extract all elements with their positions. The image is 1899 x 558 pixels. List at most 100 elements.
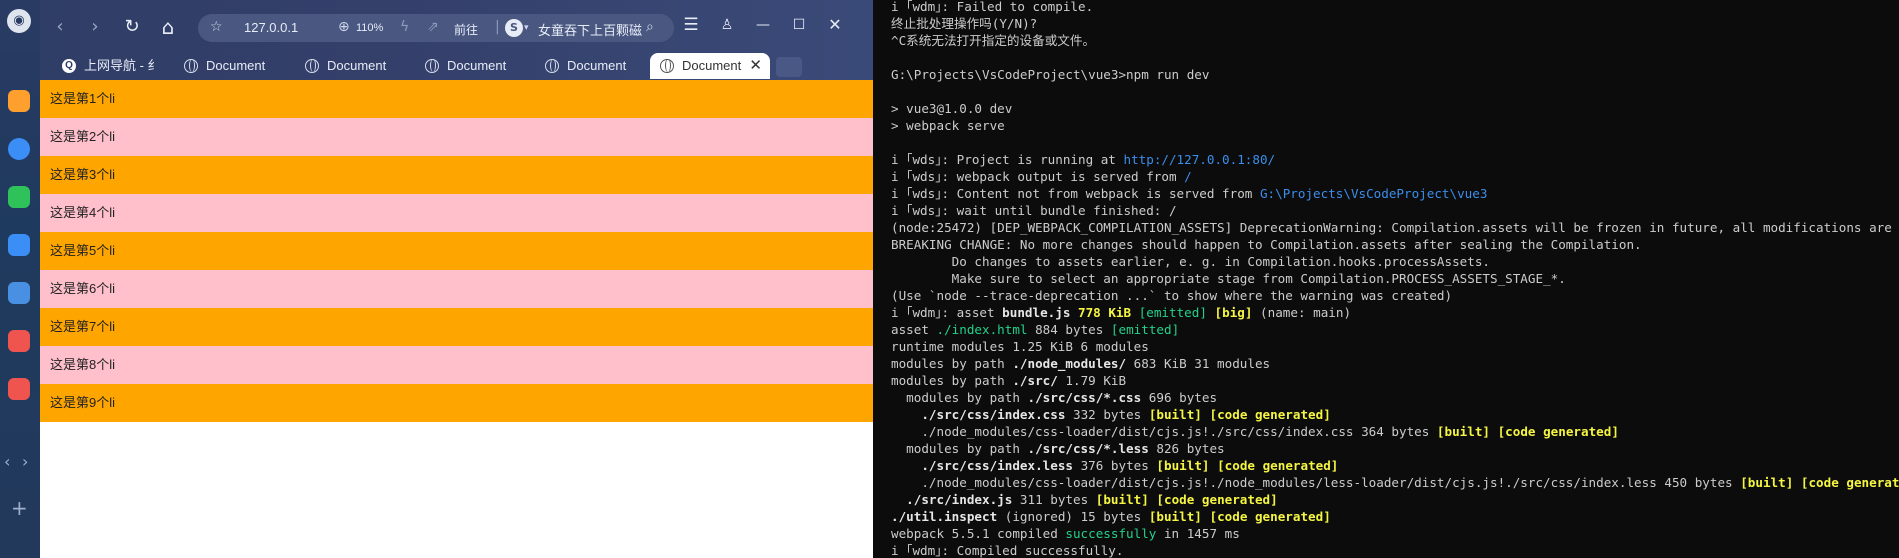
terminal-text: [built]: [1156, 458, 1210, 473]
terminal-line: BREAKING CHANGE: No more changes should …: [891, 236, 1899, 253]
search-engine-dropdown-icon[interactable]: ▾: [524, 23, 529, 33]
maximize-button[interactable]: ☐: [788, 14, 810, 36]
forward-button[interactable]: ›: [83, 15, 107, 39]
list-item: 这是第2个li: [40, 118, 873, 156]
search-input[interactable]: 女童吞下上百颗磁: [538, 20, 642, 39]
terminal-line: modules by path ./node_modules/ 683 KiB …: [891, 355, 1899, 372]
terminal-window[interactable]: i ｢wdm｣: Failed to compile. 终止批处理操作吗(Y/N)…: [873, 0, 1899, 558]
terminal-line: runtime modules 1.25 KiB 6 modules: [891, 338, 1899, 355]
sidebar-collapse-left-icon[interactable]: ‹: [4, 452, 10, 471]
lightning-icon[interactable]: ϟ: [400, 19, 409, 35]
terminal-text: 826 bytes: [1148, 441, 1225, 456]
list-item: 这是第1个li: [40, 80, 873, 118]
new-tab-button[interactable]: [776, 57, 802, 77]
minimize-button[interactable]: —: [752, 14, 774, 36]
divider-icon: |: [495, 19, 500, 35]
tab-label: Document: [206, 58, 266, 73]
search-icon[interactable]: ⌕: [646, 19, 654, 35]
terminal-text: [code generated]: [1209, 509, 1331, 524]
share-icon[interactable]: ⇗: [427, 19, 439, 35]
terminal-line: ./node_modules/css-loader/dist/cjs.js!./…: [891, 474, 1899, 491]
terminal-text: ./node_modules/css-loader/dist/cjs.js!./…: [891, 475, 1741, 490]
browser-sidebar: ◉ ‹ › +: [0, 0, 40, 558]
terminal-text: 332 bytes: [1065, 407, 1149, 422]
menu-icon[interactable]: ☰: [680, 14, 702, 36]
wechat-icon[interactable]: [8, 186, 30, 208]
favorites-icon[interactable]: [8, 90, 30, 112]
sidebar-expand-right-icon[interactable]: ›: [22, 452, 28, 471]
terminal-text: [code generated]: [1209, 407, 1331, 422]
terminal-line: modules by path ./src/css/*.css 696 byte…: [891, 389, 1899, 406]
skin-icon[interactable]: ♙: [716, 14, 738, 36]
terminal-text: i ｢wds｣: webpack output is served from: [891, 169, 1185, 184]
tab-document[interactable]: Document: [174, 53, 286, 79]
terminal-line: ^C系统无法打开指定的设备或文件。: [891, 32, 1899, 49]
cloud-icon[interactable]: [8, 282, 30, 304]
go-button[interactable]: 前往: [454, 21, 478, 38]
tab-document[interactable]: Document: [535, 53, 647, 79]
terminal-text: > vue3@1.0.0 dev: [891, 101, 1013, 116]
terminal-text: modules by path: [891, 373, 1013, 388]
url-text[interactable]: 127.0.0.1: [244, 20, 298, 35]
close-window-button[interactable]: ✕: [824, 14, 846, 36]
bookmark-star-icon[interactable]: ☆: [210, 19, 223, 35]
tab-document-active[interactable]: Document ✕: [650, 53, 770, 79]
terminal-text: [built]: [1148, 407, 1202, 422]
terminal-line: i ｢wds｣: webpack output is served from /: [891, 168, 1899, 185]
terminal-text: i ｢wds｣: Project is running at: [891, 152, 1124, 167]
terminal-text: [big]: [1214, 305, 1253, 320]
tab-document[interactable]: Document: [295, 53, 407, 79]
tab-document[interactable]: Document: [415, 53, 527, 79]
terminal-text: i ｢wdm｣: Failed to compile.: [891, 0, 1094, 14]
terminal-text: [code generated]: [1800, 475, 1899, 490]
user-avatar[interactable]: ◉: [7, 9, 31, 33]
home-button[interactable]: ⌂: [156, 15, 180, 39]
address-bar[interactable]: ☆ 127.0.0.1 ⊕ 110% ϟ ⇗ 前往 | S ▾ 女童吞下上百颗磁…: [198, 14, 674, 42]
back-button[interactable]: ‹: [48, 15, 72, 39]
terminal-line: webpack 5.5.1 compiled successfully in 1…: [891, 525, 1899, 542]
terminal-text: ./node_modules/css-loader/dist/cjs.js!./…: [891, 424, 1437, 439]
terminal-text: [emitted]: [1110, 322, 1180, 337]
terminal-text: 683 KiB 31 modules: [1126, 356, 1271, 371]
terminal-text: [built]: [1148, 509, 1202, 524]
send-icon[interactable]: [8, 234, 30, 256]
terminal-text: successfully: [1065, 526, 1157, 541]
list-item: 这是第6个li: [40, 270, 873, 308]
terminal-text: http://127.0.0.1:80/: [1123, 152, 1276, 167]
terminal-text: [built]: [1095, 492, 1149, 507]
terminal-line: i ｢wdm｣: asset bundle.js 778 KiB [emitte…: [891, 304, 1899, 321]
terminal-text: [built]: [1740, 475, 1794, 490]
tab-nav[interactable]: Q 上网导航 - 纟: [52, 53, 164, 79]
zoom-level[interactable]: 110%: [356, 22, 383, 34]
pdf-icon[interactable]: [8, 378, 30, 400]
add-sidebar-item-icon[interactable]: +: [11, 496, 28, 520]
terminal-text: i ｢wds｣: wait until bundle finished: /: [891, 203, 1177, 218]
globe-icon: [545, 59, 559, 73]
terminal-line: i ｢wdm｣: Compiled successfully.: [891, 542, 1899, 558]
terminal-text: bundle.js: [1002, 305, 1071, 320]
list-item: 这是第5个li: [40, 232, 873, 270]
search-engine-icon[interactable]: S: [505, 19, 523, 37]
terminal-text: ./src/css/index.css: [921, 407, 1066, 422]
terminal-text: in 1457 ms: [1156, 526, 1240, 541]
terminal-text: modules by path: [891, 441, 1028, 456]
zoom-icon[interactable]: ⊕: [338, 19, 350, 35]
terminal-line: ./util.inspect (ignored) 15 bytes [built…: [891, 508, 1899, 525]
close-tab-icon[interactable]: ✕: [749, 53, 762, 79]
apps-icon[interactable]: [8, 330, 30, 352]
tab-label: Document: [327, 58, 387, 73]
terminal-text: (node:25472) [DEP_WEBPACK_COMPILATION_AS…: [891, 220, 1899, 235]
terminal-line: i ｢wds｣: Content not from webpack is ser…: [891, 185, 1899, 202]
terminal-line: Make sure to select an appropriate stage…: [891, 270, 1899, 287]
terminal-text: [code generated]: [1497, 424, 1619, 439]
reload-button[interactable]: ↻: [120, 15, 144, 39]
terminal-text: modules by path: [891, 356, 1013, 371]
history-icon[interactable]: [8, 138, 30, 160]
terminal-line: ./src/css/index.css 332 bytes [built] [c…: [891, 406, 1899, 423]
terminal-line: (node:25472) [DEP_WEBPACK_COMPILATION_AS…: [891, 219, 1899, 236]
terminal-line: i ｢wds｣: Project is running at http://12…: [891, 151, 1899, 168]
